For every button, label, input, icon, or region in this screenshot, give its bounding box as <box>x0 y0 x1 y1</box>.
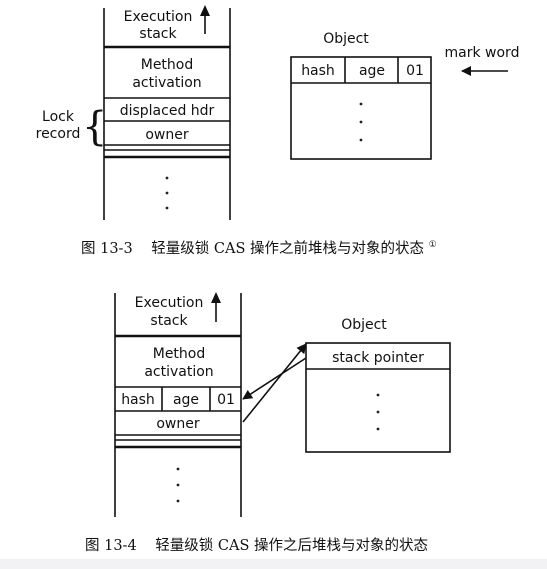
object1-field-hash: hash <box>301 63 335 79</box>
stack2-header-line1: Execution <box>135 295 204 311</box>
object2-stack-pointer: stack pointer <box>332 350 424 366</box>
stack1-header-line2: stack <box>139 26 177 42</box>
diagram-canvas: Execution stack Method activation displa… <box>36 5 520 554</box>
lock-record-line2: record <box>36 126 81 142</box>
stack1-header-line1: Execution <box>124 9 193 25</box>
object1-ellipsis-dot <box>359 102 363 106</box>
object2-title: Object <box>341 317 387 333</box>
object2-ellipsis-dot <box>376 393 380 397</box>
object1-field-age: age <box>359 63 385 79</box>
mark-word-label: mark word <box>445 45 520 61</box>
caption-13-3-note: ① <box>429 240 437 250</box>
object1-ellipsis-dot <box>359 138 363 142</box>
stack1-owner: owner <box>145 127 189 143</box>
stack2-field-01: 01 <box>217 392 235 408</box>
object2-ellipsis-dot <box>376 427 380 431</box>
stack1-ellipsis-dot <box>165 206 169 210</box>
stack1-method-line2: activation <box>132 75 201 91</box>
stack2-method-line1: Method <box>153 346 206 362</box>
stack1-method-line1: Method <box>141 57 194 73</box>
stack2-ellipsis-dot <box>176 499 180 503</box>
caption-13-3: 图 13-3 轻量级锁 CAS 操作之前堆栈与对象的状态 ① <box>81 240 437 257</box>
stack2-ellipsis-dot <box>176 483 180 487</box>
object2-ellipsis-dot <box>376 410 380 414</box>
stack2-field-hash: hash <box>121 392 155 408</box>
owner-to-object-arrow <box>242 343 307 423</box>
stack2-up-arrowhead <box>211 292 221 303</box>
stack2-header-line2: stack <box>150 313 188 329</box>
object1-field-01: 01 <box>406 63 424 79</box>
bottom-strip <box>0 559 547 569</box>
caption-13-4-text: 轻量级锁 CAS 操作之后堆栈与对象的状态 <box>155 537 428 554</box>
stack-pointer-to-record-arrow <box>242 357 307 400</box>
lock-record-line1: Lock <box>42 109 75 125</box>
lightweight-lock-diagrams: Execution stack Method activation displa… <box>0 0 547 569</box>
object1-title: Object <box>323 31 369 47</box>
stack2-ellipsis-dot <box>176 467 180 471</box>
stack2-owner: owner <box>156 416 200 432</box>
stack2-method-line2: activation <box>144 364 213 380</box>
stack1-ellipsis-dot <box>165 191 169 195</box>
stack1-ellipsis-dot <box>165 176 169 180</box>
caption-13-4: 图 13-4 轻量级锁 CAS 操作之后堆栈与对象的状态 <box>85 537 428 554</box>
stack1-up-arrowhead <box>200 5 210 16</box>
caption-13-3-number: 图 13-3 <box>81 241 133 257</box>
caption-13-4-number: 图 13-4 <box>85 538 137 554</box>
caption-13-3-text: 轻量级锁 CAS 操作之前堆栈与对象的状态 <box>151 240 424 257</box>
stack2-field-age: age <box>173 392 199 408</box>
lock-record-brace: { <box>82 104 107 150</box>
stack1-displaced-hdr: displaced hdr <box>120 103 215 119</box>
object1-ellipsis-dot <box>359 120 363 124</box>
